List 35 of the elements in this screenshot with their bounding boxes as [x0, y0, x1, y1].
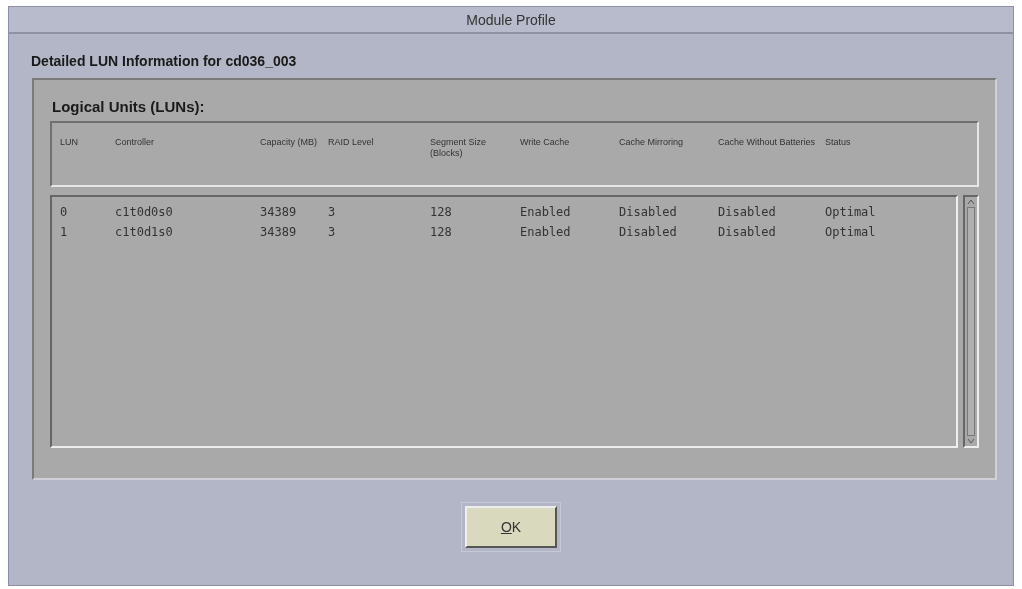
- column-header: Cache Mirroring: [619, 137, 685, 149]
- table-cell-text: 3: [328, 225, 337, 239]
- table-cell-text: Disabled: [619, 225, 678, 239]
- column-header: Write Cache: [520, 137, 571, 149]
- table-cell-text: 34389: [260, 205, 298, 219]
- column-header: RAID Level: [328, 137, 375, 149]
- section-heading: Detailed LUN Information for cd036_003: [31, 53, 298, 69]
- column-header: Cache Without Batteries: [718, 137, 817, 149]
- table-cell-text: Disabled: [718, 225, 777, 239]
- table-cell-text: 34389: [260, 225, 298, 239]
- column-header: Status: [825, 137, 852, 149]
- table-cell-text: 128: [430, 205, 453, 219]
- table-cell-text: 128: [430, 225, 453, 239]
- column-header: Segment Size (Blocks): [430, 137, 488, 160]
- table-cell-text: 0: [60, 205, 69, 219]
- table-cell-text: Optimal: [825, 225, 877, 239]
- window-title: Module Profile: [466, 11, 556, 28]
- table-row[interactable]: 0 c1t0d0s0 34389 3 128 Enabled Disabled Disabled Optimal: [52, 202, 956, 222]
- table-cell-text: Enabled: [520, 205, 572, 219]
- table-cell-text: Optimal: [825, 205, 877, 219]
- scroll-down-icon[interactable]: [967, 438, 975, 444]
- column-header: LUN: [60, 137, 79, 149]
- table-row[interactable]: 1 c1t0d1s0 34389 3 128 Enabled Disabled Disabled Optimal: [52, 222, 956, 242]
- table-cell-text: 1: [60, 225, 69, 239]
- table-cell-text: Disabled: [619, 205, 678, 219]
- column-header: Capacity (MB): [260, 137, 318, 149]
- column-header: Controller: [115, 137, 155, 149]
- table-cell-text: 3: [328, 205, 337, 219]
- scroll-up-icon[interactable]: [967, 199, 975, 205]
- group-title: Logical Units (LUNs):: [52, 98, 206, 115]
- scrollbar[interactable]: [963, 195, 979, 448]
- table-cell-text: c1t0d1s0: [115, 225, 174, 239]
- table-cell-text: c1t0d0s0: [115, 205, 174, 219]
- table-cell-text: Enabled: [520, 225, 572, 239]
- table-cell-text: Disabled: [718, 205, 777, 219]
